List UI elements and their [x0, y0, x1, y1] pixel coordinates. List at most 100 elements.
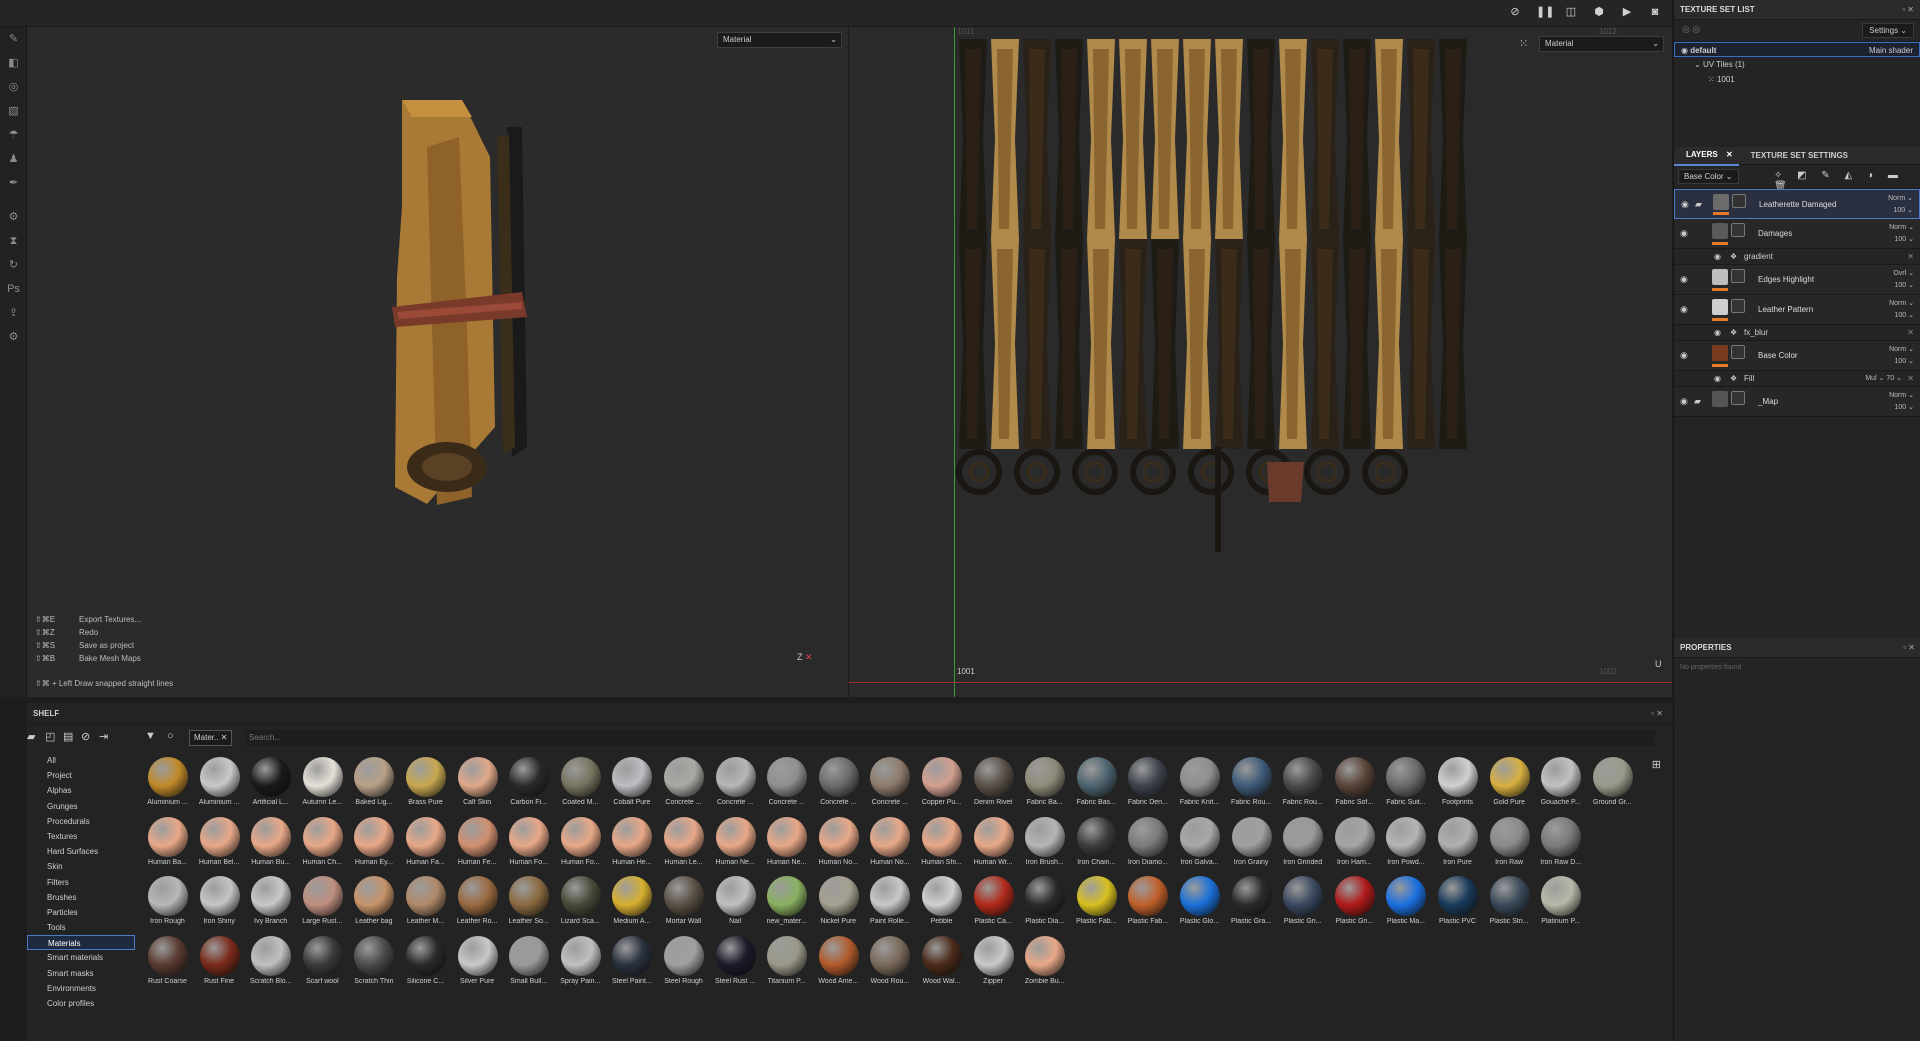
camera-icon[interactable]: ◙	[1648, 5, 1662, 19]
sub-layer[interactable]: ◉ ❖ Fill Mul ⌄ 70 ⌄ ✕	[1674, 371, 1920, 387]
material-item[interactable]: Human Ch...	[297, 815, 348, 874]
texture-set-default[interactable]: ◉ default Main shader	[1674, 42, 1920, 57]
material-item[interactable]: Plastic Ma...	[1380, 874, 1431, 933]
grid-view-icon[interactable]: ⊞	[1652, 758, 1661, 771]
material-item[interactable]: Human Le...	[658, 815, 709, 874]
material-item[interactable]: Fabric Rou...	[1226, 755, 1277, 814]
material-item[interactable]: Iron Grinded	[1277, 815, 1328, 874]
layer-blend[interactable]: Ovrl ⌄ 100 ⌄	[1893, 268, 1914, 292]
material-item[interactable]: Footprints	[1432, 755, 1483, 814]
eye-icon[interactable]: ◉	[1680, 228, 1688, 239]
material-item[interactable]: Leather M...	[400, 874, 451, 933]
material-item[interactable]: Rust Coarse	[142, 934, 193, 993]
material-item[interactable]: Mortar Wall	[658, 874, 709, 933]
layer-blend[interactable]: Norm ⌄ 100 ⌄	[1889, 222, 1914, 246]
material-item[interactable]: Copper Pu...	[916, 755, 967, 814]
material-item[interactable]: Cobalt Pure	[606, 755, 657, 814]
material-item[interactable]: Paint Rolle...	[864, 874, 915, 933]
eye-icon[interactable]: ◉	[1714, 325, 1721, 341]
material-item[interactable]: Plastic Gri...	[1277, 874, 1328, 933]
material-item[interactable]: Concrete ...	[864, 755, 915, 814]
new-file-icon[interactable]: ◰	[45, 730, 55, 743]
category-item[interactable]: Tools	[27, 920, 135, 935]
tab-layers[interactable]: LAYERS ✕	[1674, 146, 1739, 166]
layer-blend[interactable]: Norm ⌄ 100 ⌄	[1888, 193, 1913, 217]
circle-icon[interactable]: ○	[167, 730, 174, 742]
material-item[interactable]: Baked Lig...	[348, 755, 399, 814]
bake-tool-icon[interactable]: ⧗	[0, 229, 27, 253]
material-item[interactable]: Iron Grainy	[1226, 815, 1277, 874]
export-icon[interactable]: ⇪	[0, 301, 27, 325]
settings-button[interactable]: Settings ⌄	[1862, 23, 1914, 38]
picker-tool-icon[interactable]: ✒	[0, 171, 27, 195]
layer-blend[interactable]: Norm ⌄ 100 ⌄	[1889, 344, 1914, 368]
category-item[interactable]: Materials	[27, 935, 135, 951]
material-item[interactable]: Steel Rust ...	[710, 934, 761, 993]
category-item[interactable]: Project	[27, 768, 135, 783]
material-item[interactable]: Human He...	[606, 815, 657, 874]
polygon-fill-icon[interactable]: ▧	[0, 99, 27, 123]
material-item[interactable]: Brass Pure	[400, 755, 451, 814]
panel-close-icon[interactable]: ▫ ✕	[1902, 0, 1914, 20]
material-item[interactable]: Autumn Le...	[297, 755, 348, 814]
material-item[interactable]: Titanium P...	[761, 934, 812, 993]
category-item[interactable]: Filters	[27, 875, 135, 890]
material-item[interactable]: Nail	[710, 874, 761, 933]
layer-item[interactable]: ◉ Leather Pattern Norm ⌄ 100 ⌄	[1674, 295, 1920, 325]
settings-tool-icon[interactable]: ⚙	[0, 205, 27, 229]
layer-item[interactable]: ◉ Damages Norm ⌄ 100 ⌄	[1674, 219, 1920, 249]
video-icon[interactable]: ▶	[1620, 5, 1634, 19]
category-item[interactable]: Grunges	[27, 799, 135, 814]
hide-icon[interactable]: ⊘	[81, 730, 90, 743]
category-item[interactable]: Environments	[27, 981, 135, 996]
material-item[interactable]: Concrete ...	[813, 755, 864, 814]
material-item[interactable]: Plastic Dia...	[1019, 874, 1070, 933]
eye-icon[interactable]: ◉	[1681, 46, 1688, 55]
material-item[interactable]: Wood Wal...	[916, 934, 967, 993]
sub-blend[interactable]: Mul ⌄ 70 ⌄	[1865, 371, 1902, 387]
visibility-icon[interactable]: ◎ ◎	[1682, 24, 1700, 35]
material-item[interactable]: Platinum P...	[1535, 874, 1586, 933]
material-item[interactable]: Iron Pure	[1432, 815, 1483, 874]
search-input[interactable]: Search...	[245, 730, 1655, 746]
material-item[interactable]: Plastic PVC	[1432, 874, 1483, 933]
material-item[interactable]: Human No...	[864, 815, 915, 874]
tab-texture-set-settings[interactable]: TEXTURE SET SETTINGS	[1739, 147, 1860, 165]
uv-tile-row[interactable]: ⁙ 1001	[1674, 72, 1920, 87]
material-item[interactable]: Human Fo...	[555, 815, 606, 874]
material-item[interactable]: Leather So...	[503, 874, 554, 933]
category-item[interactable]: All	[27, 753, 135, 768]
material-item[interactable]: Fabric Suit...	[1380, 755, 1431, 814]
category-item[interactable]: Brushes	[27, 890, 135, 905]
category-item[interactable]: Color profiles	[27, 996, 135, 1011]
material-item[interactable]: Human Ba...	[142, 815, 193, 874]
material-item[interactable]: Iron Diamo...	[1122, 815, 1173, 874]
eye-icon[interactable]: ◉	[1714, 249, 1721, 265]
shader-label[interactable]: Main shader	[1869, 43, 1913, 58]
material-item[interactable]: Ivy Branch	[245, 874, 296, 933]
material-item[interactable]: Human Ne...	[761, 815, 812, 874]
plugin-icon[interactable]: ⚙	[0, 325, 27, 349]
material-item[interactable]: Pebble	[916, 874, 967, 933]
material-item[interactable]: Fabric Den...	[1122, 755, 1173, 814]
viewport-3d[interactable]: Material ⌄ ⇧⌘E Export Textures... ⇧⌘Z Redo …	[27, 27, 848, 697]
material-item[interactable]: Iron Powd...	[1380, 815, 1431, 874]
material-item[interactable]: Human No...	[813, 815, 864, 874]
category-item[interactable]: Alphas	[27, 783, 135, 798]
material-item[interactable]: Denim Rivet	[968, 755, 1019, 814]
import-icon[interactable]: ⇥	[99, 730, 108, 743]
material-item[interactable]: Artificial L...	[245, 755, 296, 814]
category-item[interactable]: Skin	[27, 859, 135, 874]
material-item[interactable]: Aluminium ...	[142, 755, 193, 814]
category-item[interactable]: Particles	[27, 905, 135, 920]
remove-icon[interactable]: ✕	[1907, 249, 1914, 265]
material-item[interactable]: Spray Pain...	[555, 934, 606, 993]
material-item[interactable]: Plastic Stri...	[1484, 874, 1535, 933]
eye-icon[interactable]: ◉	[1680, 350, 1688, 361]
layer-blend[interactable]: Norm ⌄ 100 ⌄	[1889, 390, 1914, 414]
eraser-tool-icon[interactable]: ◧	[0, 51, 27, 75]
material-item[interactable]: Concrete ...	[710, 755, 761, 814]
material-item[interactable]: Small Bull...	[503, 934, 554, 993]
panel-close-icon[interactable]: ▫ ✕	[1651, 703, 1663, 725]
category-item[interactable]: Hard Surfaces	[27, 844, 135, 859]
